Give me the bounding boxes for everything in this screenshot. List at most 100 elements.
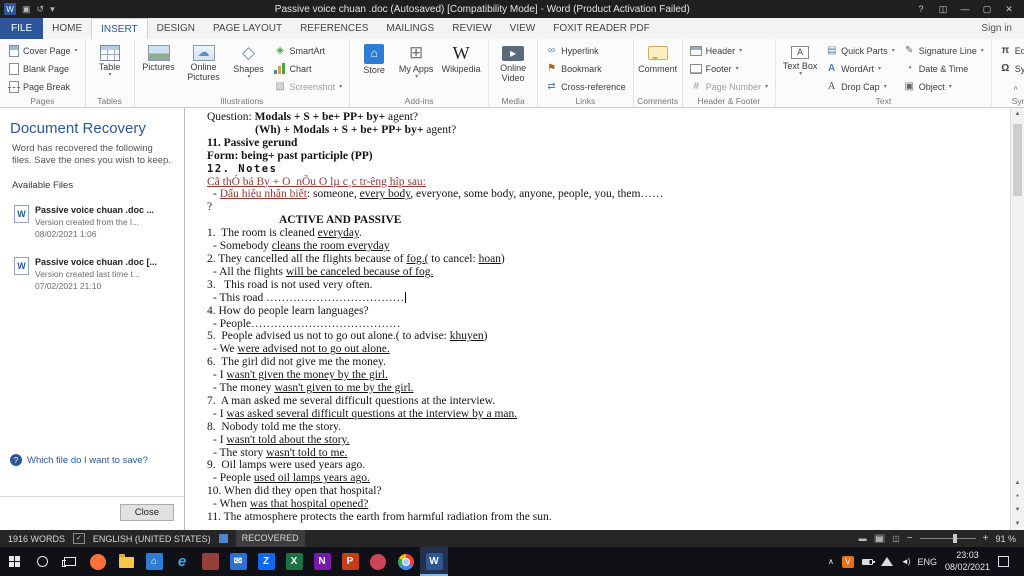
document-line[interactable]: 11. The atmosphere protects the earth fr… xyxy=(207,511,1004,524)
taskbar-clock[interactable]: 23:03 08/02/2021 xyxy=(945,550,990,573)
tab-file[interactable]: FILE xyxy=(0,18,44,39)
recovery-help-link[interactable]: Which file do I want to save? xyxy=(27,455,148,466)
equation-button[interactable]: πEquation▾ xyxy=(996,42,1024,59)
proofing-icon[interactable]: ✓ xyxy=(73,533,85,544)
cross-reference-button[interactable]: ⇄ Cross-reference xyxy=(542,78,629,95)
signature-line-button[interactable]: ✎ Signature Line ▾ xyxy=(900,42,987,59)
symbol-button[interactable]: ΩSymbol▾ xyxy=(996,60,1024,77)
help-icon[interactable]: ? xyxy=(910,0,932,18)
vertical-scrollbar[interactable]: ▲ ▲ ● ▼ ▼ xyxy=(1010,108,1024,530)
document-line[interactable]: - I was asked several difficult question… xyxy=(207,408,1004,421)
tab-design[interactable]: DESIGN xyxy=(148,18,204,39)
quick-parts-button[interactable]: ▤ Quick Parts ▾ xyxy=(822,42,898,59)
tab-view[interactable]: VIEW xyxy=(501,18,545,39)
ribbon-display-options-icon[interactable]: ◫ xyxy=(932,0,954,18)
pictures-button[interactable]: Pictures xyxy=(139,41,179,73)
network-icon[interactable] xyxy=(880,557,893,566)
page-break-button[interactable]: Page Break xyxy=(4,78,81,95)
document-line[interactable]: - The story wasn't told to me. xyxy=(207,447,1004,460)
word-count-status[interactable]: 1916 WORDS xyxy=(8,534,65,544)
start-button[interactable] xyxy=(0,547,28,576)
photos-icon[interactable] xyxy=(196,547,224,576)
read-mode-icon[interactable]: ▬ xyxy=(859,534,867,543)
zoom-percent[interactable]: 91 % xyxy=(995,534,1016,544)
shapes-button[interactable]: ◇ Shapes ▾ xyxy=(229,41,269,82)
bookmark-button[interactable]: ⚑ Bookmark xyxy=(542,60,629,77)
zoom-slider[interactable] xyxy=(919,534,976,543)
document-line[interactable]: - Somebody cleans the room everyday xyxy=(207,240,1004,253)
document-line[interactable]: Form: being+ past participle (PP) xyxy=(207,150,1004,163)
document-line[interactable]: 9. Oil lamps were used years ago. xyxy=(207,459,1004,472)
wordart-button[interactable]: A WordArt ▾ xyxy=(822,60,898,77)
tab-page-layout[interactable]: PAGE LAYOUT xyxy=(204,18,291,39)
document-line[interactable]: 1. The room is cleaned everyday. xyxy=(207,227,1004,240)
recovery-close-button[interactable]: Close xyxy=(119,504,174,521)
document-line[interactable]: 4. How do people learn languages? xyxy=(207,305,1004,318)
zoom-out-button[interactable]: − xyxy=(907,533,913,544)
object-button[interactable]: ▣ Object ▾ xyxy=(900,78,987,95)
text-box-button[interactable]: A Text Box ▾ xyxy=(780,41,820,79)
tab-home[interactable]: HOME xyxy=(43,18,91,39)
document-line[interactable]: - All the flights will be canceled becau… xyxy=(207,266,1004,279)
document-line[interactable]: 6. The girl did not give me the money. xyxy=(207,356,1004,369)
zoom-in-button[interactable]: + xyxy=(983,533,989,544)
recovered-status[interactable]: RECOVERED xyxy=(235,530,305,547)
document-line[interactable]: - People used oil lamps years ago. xyxy=(207,472,1004,485)
document-line[interactable]: 10. When did they open that hospital? xyxy=(207,485,1004,498)
document-line[interactable]: ACTIVE AND PASSIVE xyxy=(207,214,1004,227)
table-button[interactable]: Table ▾ xyxy=(90,41,130,80)
select-browse-object-icon[interactable]: ● xyxy=(1011,493,1024,499)
drop-cap-button[interactable]: A Drop Cap ▾ xyxy=(822,78,898,95)
comment-button[interactable]: Comment xyxy=(638,41,678,75)
print-layout-icon[interactable]: ▤ xyxy=(873,534,886,543)
hyperlink-button[interactable]: ∞ Hyperlink xyxy=(542,42,629,59)
zoom-slider-thumb[interactable] xyxy=(953,534,958,543)
input-language-indicator[interactable]: ENG xyxy=(917,557,937,567)
save-icon[interactable]: ▣ xyxy=(22,4,31,14)
file-explorer-icon[interactable] xyxy=(112,547,140,576)
document-line[interactable]: 11. Passive gerund xyxy=(207,137,1004,150)
mail-icon[interactable]: ✉ xyxy=(224,547,252,576)
volume-icon[interactable]: ◄) xyxy=(901,557,911,566)
document-line[interactable]: - We were advised not to go out alone. xyxy=(207,343,1004,356)
document-line[interactable]: - This road ……………………………… xyxy=(207,291,1004,305)
tab-insert[interactable]: INSERT xyxy=(91,18,148,39)
scroll-up-icon[interactable]: ▲ xyxy=(1011,111,1024,117)
word-taskbar-icon[interactable]: W xyxy=(420,547,448,576)
language-status[interactable]: ENGLISH (UNITED STATES) xyxy=(93,534,211,544)
undo-icon[interactable]: ↺ xyxy=(37,4,45,14)
document-line[interactable]: - I wasn't told about the story. xyxy=(207,434,1004,447)
blank-page-button[interactable]: Blank Page xyxy=(4,60,81,77)
recovered-file-item[interactable]: W Passive voice chuan .doc ... Version cre… xyxy=(8,197,176,247)
battery-icon[interactable] xyxy=(861,558,875,565)
chrome-icon[interactable] xyxy=(392,547,420,576)
recovery-help-row[interactable]: ? Which file do I want to save? xyxy=(10,454,148,466)
document-line[interactable]: 3. This road is not used very often. xyxy=(207,279,1004,292)
scroll-down-icon[interactable]: ▼ xyxy=(1011,521,1024,527)
header-button[interactable]: Header ▾ xyxy=(687,42,772,59)
document-line[interactable]: - The money wasn't given to me by the gi… xyxy=(207,382,1004,395)
camera-icon[interactable] xyxy=(364,547,392,576)
document-line[interactable]: 8. Nobody told me the story. xyxy=(207,421,1004,434)
maximize-icon[interactable]: ▢ xyxy=(976,0,998,18)
firefox-icon[interactable] xyxy=(84,547,112,576)
collapse-ribbon-icon[interactable]: ˄ xyxy=(1013,84,1018,93)
document-line[interactable]: ? xyxy=(207,201,1004,214)
search-button[interactable] xyxy=(28,547,56,576)
my-apps-button[interactable]: ⊞ My Apps ▾ xyxy=(396,41,436,82)
zalo-icon[interactable]: Z xyxy=(252,547,280,576)
web-layout-icon[interactable]: ◫ xyxy=(892,534,900,543)
footer-button[interactable]: Footer ▾ xyxy=(687,60,772,77)
excel-icon[interactable]: X xyxy=(280,547,308,576)
document-line[interactable]: 5. People advised us not to go out alone… xyxy=(207,330,1004,343)
online-pictures-button[interactable]: ☁ Online Pictures xyxy=(181,41,227,84)
document-line[interactable]: - Dấu hiệu nhận biết: someone, every bod… xyxy=(207,188,1004,201)
close-icon[interactable]: ✕ xyxy=(998,0,1020,18)
smartart-button[interactable]: ◈ SmartArt xyxy=(271,42,346,59)
scrollbar-thumb[interactable] xyxy=(1013,124,1022,196)
next-page-icon[interactable]: ▼ xyxy=(1011,507,1024,513)
qat-customize-icon[interactable]: ▾ xyxy=(50,4,55,14)
cover-page-button[interactable]: Cover Page ▾ xyxy=(4,42,81,59)
unikey-icon[interactable]: V xyxy=(841,555,854,568)
store-button[interactable]: ⌂ Store xyxy=(354,41,394,76)
